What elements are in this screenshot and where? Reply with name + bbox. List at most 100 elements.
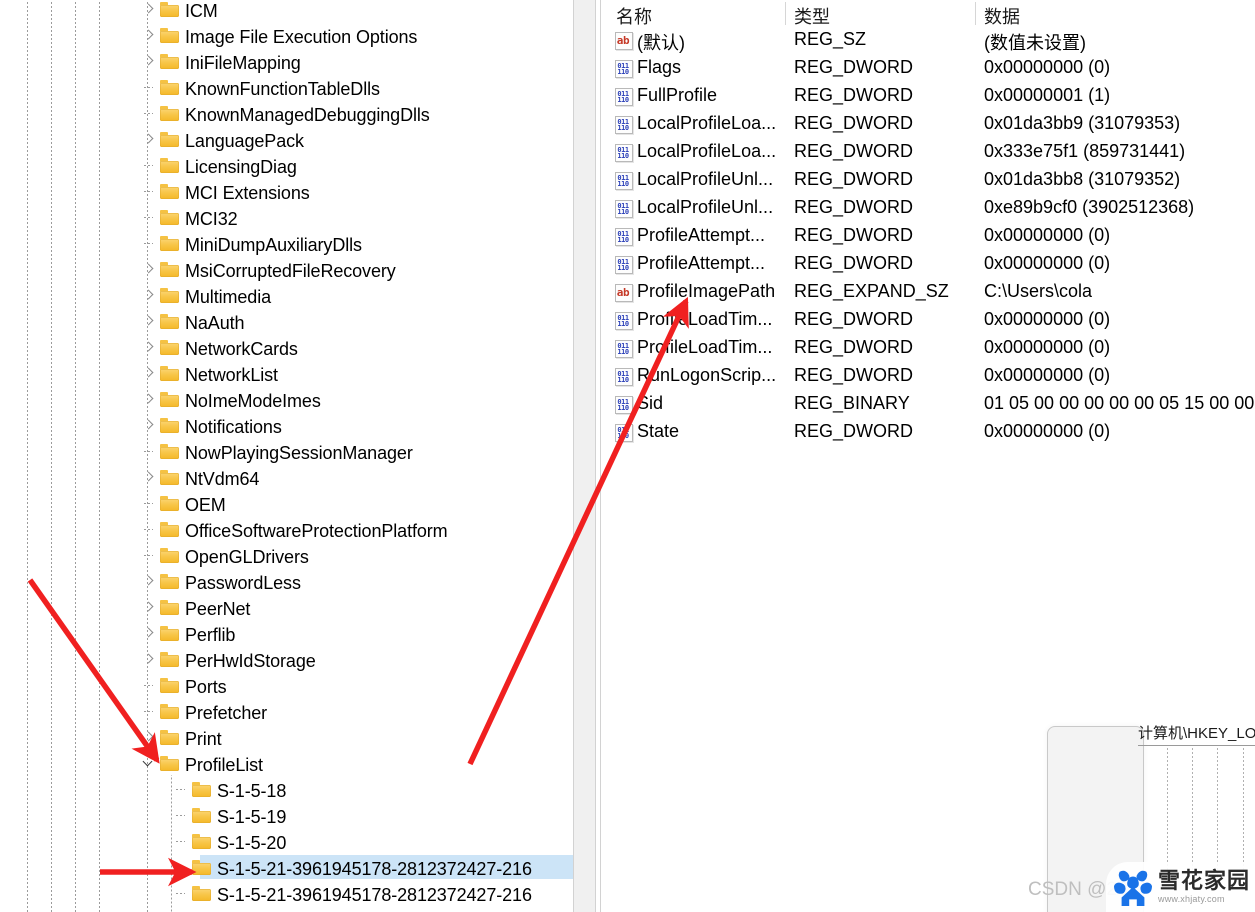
value-row[interactable]: 011 110 ProfileAttempt... REG_DWORD 0x000000…: [606, 251, 1255, 279]
splitter-left-edge[interactable]: [595, 0, 596, 912]
chevron-right-icon[interactable]: [140, 48, 156, 74]
tree-item-peernet[interactable]: PeerNet: [0, 594, 573, 620]
value-row[interactable]: 011 110 ProfileAttempt... REG_DWORD 0x000000…: [606, 223, 1255, 251]
tree-item-label: NoImeModeImes: [185, 391, 321, 411]
value-row[interactable]: 011 110 Flags REG_DWORD 0x00000000 (0): [606, 55, 1255, 83]
column-separator-1[interactable]: [785, 2, 786, 25]
tree-leaf-connector: [140, 438, 156, 464]
registry-editor-screenshot: ICM Image File Execution Options IniFileMa…: [0, 0, 1255, 912]
chevron-right-icon[interactable]: [140, 464, 156, 490]
chevron-right-icon[interactable]: [140, 360, 156, 386]
tree-item-print[interactable]: Print: [0, 724, 573, 750]
tree-item-notifications[interactable]: Notifications: [0, 412, 573, 438]
folder-icon-body: [160, 394, 179, 407]
tree-item-prefetcher[interactable]: Prefetcher: [0, 698, 573, 724]
tree-item-msicorruptedfilerecovery[interactable]: MsiCorruptedFileRecovery: [0, 256, 573, 282]
chevron-right-icon[interactable]: [140, 0, 156, 22]
tree-item-label: IniFileMapping: [185, 53, 301, 73]
tree-item-s-1-5-19[interactable]: S-1-5-19: [0, 802, 573, 828]
site-watermark-url: www.xhjaty.com: [1158, 893, 1225, 904]
tree-item-languagepack[interactable]: LanguagePack: [0, 126, 573, 152]
chevron-right-icon[interactable]: [140, 724, 156, 750]
tree-leaf-connector: [140, 230, 156, 256]
chevron-right-icon[interactable]: [140, 308, 156, 334]
tree-item-oem[interactable]: OEM: [0, 490, 573, 516]
tree-item-knownfunctiontabledlls[interactable]: KnownFunctionTableDlls: [0, 74, 573, 100]
value-row[interactable]: 011 110 ProfileLoadTim... REG_DWORD 0x000000…: [606, 335, 1255, 363]
folder-icon: [160, 54, 179, 69]
tree-item-knownmanageddebuggingdlls[interactable]: KnownManagedDebuggingDlls: [0, 100, 573, 126]
chevron-right-icon[interactable]: [140, 126, 156, 152]
tree-item-minidumpauxiliarydlls[interactable]: MiniDumpAuxiliaryDlls: [0, 230, 573, 256]
tree-vertical-scrollbar[interactable]: [573, 0, 1163, 912]
column-header-data[interactable]: 数据: [984, 3, 1020, 29]
tree-item-networklist[interactable]: NetworkList: [0, 360, 573, 386]
value-row[interactable]: 011 110 RunLogonScrip... REG_DWORD 0x0000000…: [606, 363, 1255, 391]
folder-icon-body: [160, 134, 179, 147]
folder-icon: [160, 80, 179, 95]
value-row[interactable]: 011 110 LocalProfileUnl... REG_DWORD 0xe89b9…: [606, 195, 1255, 223]
tree-item-noimemodeimes[interactable]: NoImeModeImes: [0, 386, 573, 412]
tree-item-nowplayingsessionmanager[interactable]: NowPlayingSessionManager: [0, 438, 573, 464]
tree-item-s-1-5-18[interactable]: S-1-5-18: [0, 776, 573, 802]
folder-icon-body: [160, 30, 179, 43]
chevron-right-icon[interactable]: [140, 646, 156, 672]
value-row[interactable]: 011 110 LocalProfileLoa... REG_DWORD 0x333e7…: [606, 139, 1255, 167]
tree-item-multimedia[interactable]: Multimedia: [0, 282, 573, 308]
tree-item-ntvdm64[interactable]: NtVdm64: [0, 464, 573, 490]
value-row[interactable]: ab (默认) REG_SZ (数值未设置): [606, 27, 1255, 55]
folder-icon-body: [160, 212, 179, 225]
value-row[interactable]: 011 110 LocalProfileUnl... REG_DWORD 0x01da3…: [606, 167, 1255, 195]
tree-item-label: S-1-5-21-3961945178-2812372427-216: [217, 859, 532, 879]
tree-item-icm[interactable]: ICM: [0, 0, 573, 22]
tree-item-perflib[interactable]: Perflib: [0, 620, 573, 646]
value-row[interactable]: 011 110 Sid REG_BINARY 01 05 00 00 00 00 00 …: [606, 391, 1255, 419]
chevron-right-icon[interactable]: [140, 412, 156, 438]
tree-item-perhwidstorage[interactable]: PerHwIdStorage: [0, 646, 573, 672]
value-row[interactable]: 011 110 State REG_DWORD 0x00000000 (0): [606, 419, 1255, 447]
chevron-right-icon[interactable]: [140, 22, 156, 48]
value-data: 0x00000000 (0): [984, 57, 1111, 77]
tree-item-officesoftwareprotectionplatform[interactable]: OfficeSoftwareProtectionPlatform: [0, 516, 573, 542]
chevron-down-icon[interactable]: [140, 750, 156, 776]
value-row[interactable]: 011 110 FullProfile REG_DWORD 0x00000001 (1): [606, 83, 1255, 111]
tree-item-networkcards[interactable]: NetworkCards: [0, 334, 573, 360]
value-list-header[interactable]: 名称 类型 数据: [606, 0, 1255, 27]
value-type: REG_EXPAND_SZ: [794, 281, 949, 301]
chevron-right-icon[interactable]: [140, 594, 156, 620]
registry-key-tree[interactable]: ICM Image File Execution Options IniFileMa…: [0, 0, 573, 912]
tree-item-opengldrivers[interactable]: OpenGLDrivers: [0, 542, 573, 568]
value-data: 0x00000000 (0): [984, 253, 1111, 273]
value-data: 0x00000000 (0): [984, 365, 1111, 385]
value-row[interactable]: 011 110 ProfileLoadTim... REG_DWORD 0x000000…: [606, 307, 1255, 335]
value-row[interactable]: ab ProfileImagePath REG_EXPAND_SZ C:\Users\…: [606, 279, 1255, 307]
chevron-right-icon[interactable]: [140, 568, 156, 594]
value-row[interactable]: 011 110 LocalProfileLoa... REG_DWORD 0x01da3…: [606, 111, 1255, 139]
chevron-right-icon[interactable]: [140, 386, 156, 412]
tree-item-naauth[interactable]: NaAuth: [0, 308, 573, 334]
column-header-type[interactable]: 类型: [794, 3, 830, 29]
folder-icon-body: [160, 368, 179, 381]
column-separator-2[interactable]: [975, 2, 976, 25]
tree-item-inifilemapping[interactable]: IniFileMapping: [0, 48, 573, 74]
tree-item-licensingdiag[interactable]: LicensingDiag: [0, 152, 573, 178]
tree-item-profilelist[interactable]: ProfileList: [0, 750, 573, 776]
chevron-right-icon[interactable]: [140, 256, 156, 282]
site-watermark-text: 雪花家园 www.xhjaty.com: [1158, 869, 1250, 905]
tree-item-s-1-5-20[interactable]: S-1-5-20: [0, 828, 573, 854]
value-name: (默认): [637, 33, 685, 53]
chevron-right-icon[interactable]: [140, 282, 156, 308]
tree-item-passwordless[interactable]: PasswordLess: [0, 568, 573, 594]
tree-item-s-1-5-21-3961945178-2812372427-216[interactable]: S-1-5-21-3961945178-2812372427-216: [0, 880, 573, 906]
chevron-right-icon[interactable]: [140, 620, 156, 646]
tree-item-ports[interactable]: Ports: [0, 672, 573, 698]
registry-value-list[interactable]: 名称 类型 数据 ab (默认) REG_SZ (数值未设置) 011 110 Flags R…: [606, 0, 1255, 912]
column-header-name[interactable]: 名称: [616, 3, 652, 29]
splitter-right-edge[interactable]: [600, 0, 601, 912]
tree-item-image-file-execution-options[interactable]: Image File Execution Options: [0, 22, 573, 48]
value-name: ProfileLoadTim...: [637, 337, 773, 357]
chevron-right-icon[interactable]: [140, 334, 156, 360]
tree-item-s-1-5-21-3961945178-2812372427-216[interactable]: S-1-5-21-3961945178-2812372427-216: [0, 854, 573, 880]
tree-item-mci32[interactable]: MCI32: [0, 204, 573, 230]
tree-item-mci-extensions[interactable]: MCI Extensions: [0, 178, 573, 204]
